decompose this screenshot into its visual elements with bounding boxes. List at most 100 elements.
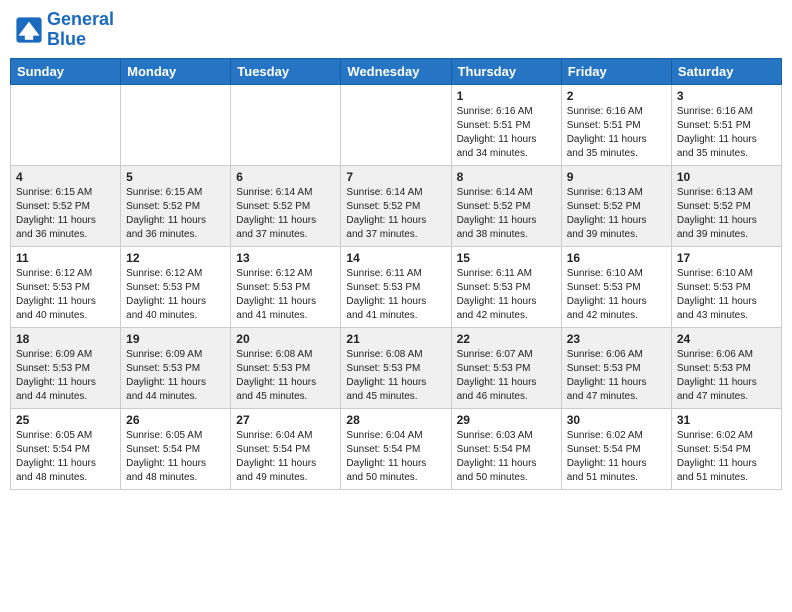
day-number: 14 [346, 251, 445, 265]
calendar-cell: 4 Sunrise: 6:15 AM Sunset: 5:52 PM Daylig… [11, 165, 121, 246]
day-number: 31 [677, 413, 776, 427]
day-number: 2 [567, 89, 666, 103]
day-number: 11 [16, 251, 115, 265]
cell-info: Sunrise: 6:06 AM Sunset: 5:53 PM Dayligh… [677, 348, 776, 404]
cell-info: Sunrise: 6:05 AM Sunset: 5:54 PM Dayligh… [126, 429, 225, 485]
col-header-saturday: Saturday [671, 58, 781, 84]
calendar-cell: 29 Sunrise: 6:03 AM Sunset: 5:54 PM Dayli… [451, 408, 561, 489]
cell-info: Sunrise: 6:16 AM Sunset: 5:51 PM Dayligh… [567, 105, 666, 161]
calendar-cell: 28 Sunrise: 6:04 AM Sunset: 5:54 PM Dayli… [341, 408, 451, 489]
day-number: 3 [677, 89, 776, 103]
day-number: 26 [126, 413, 225, 427]
day-number: 4 [16, 170, 115, 184]
calendar-cell: 13Sunrise: 6:12 AM Sunset: 5:53 PM Dayli… [231, 246, 341, 327]
day-number: 23 [567, 332, 666, 346]
day-number: 18 [16, 332, 115, 346]
cell-info: Sunrise: 6:02 AM Sunset: 5:54 PM Dayligh… [677, 429, 776, 485]
day-number: 20 [236, 332, 335, 346]
day-number: 6 [236, 170, 335, 184]
calendar-cell: 5 Sunrise: 6:15 AM Sunset: 5:52 PM Daylig… [121, 165, 231, 246]
day-number: 10 [677, 170, 776, 184]
cell-info: Sunrise: 6:14 AM Sunset: 5:52 PM Dayligh… [457, 186, 556, 242]
cell-info: Sunrise: 6:04 AM Sunset: 5:54 PM Dayligh… [236, 429, 335, 485]
page-header: General Blue [10, 10, 782, 50]
calendar-week-row: 4 Sunrise: 6:15 AM Sunset: 5:52 PM Daylig… [11, 165, 782, 246]
day-number: 9 [567, 170, 666, 184]
calendar-cell: 16 Sunrise: 6:10 AM Sunset: 5:53 PM Dayli… [561, 246, 671, 327]
cell-info: Sunrise: 6:15 AM Sunset: 5:52 PM Dayligh… [16, 186, 115, 242]
cell-info: Sunrise: 6:04 AM Sunset: 5:54 PM Dayligh… [346, 429, 445, 485]
col-header-sunday: Sunday [11, 58, 121, 84]
day-number: 28 [346, 413, 445, 427]
cell-info: Sunrise: 6:12 AM Sunset: 5:53 PM Dayligh… [16, 267, 115, 323]
day-number: 27 [236, 413, 335, 427]
day-number: 16 [567, 251, 666, 265]
cell-info: Sunrise: 6:15 AM Sunset: 5:52 PM Dayligh… [126, 186, 225, 242]
day-number: 24 [677, 332, 776, 346]
day-number: 12 [126, 251, 225, 265]
calendar-cell: 24 Sunrise: 6:06 AM Sunset: 5:53 PM Dayli… [671, 327, 781, 408]
calendar-cell: 21 Sunrise: 6:08 AM Sunset: 5:53 PM Dayli… [341, 327, 451, 408]
cell-info: Sunrise: 6:13 AM Sunset: 5:52 PM Dayligh… [567, 186, 666, 242]
calendar-table: SundayMondayTuesdayWednesdayThursdayFrid… [10, 58, 782, 490]
calendar-week-row: 11 Sunrise: 6:12 AM Sunset: 5:53 PM Dayli… [11, 246, 782, 327]
col-header-wednesday: Wednesday [341, 58, 451, 84]
calendar-header-row: SundayMondayTuesdayWednesdayThursdayFrid… [11, 58, 782, 84]
calendar-cell: 10 Sunrise: 6:13 AM Sunset: 5:52 PM Dayli… [671, 165, 781, 246]
calendar-cell: 20 Sunrise: 6:08 AM Sunset: 5:53 PM Dayli… [231, 327, 341, 408]
logo-general: General [47, 9, 114, 29]
col-header-thursday: Thursday [451, 58, 561, 84]
calendar-cell: 17 Sunrise: 6:10 AM Sunset: 5:53 PM Dayli… [671, 246, 781, 327]
calendar-cell: 26 Sunrise: 6:05 AM Sunset: 5:54 PM Dayli… [121, 408, 231, 489]
day-number: 25 [16, 413, 115, 427]
col-header-tuesday: Tuesday [231, 58, 341, 84]
cell-info: Sunrise: 6:08 AM Sunset: 5:53 PM Dayligh… [346, 348, 445, 404]
cell-info: Sunrise: 6:08 AM Sunset: 5:53 PM Dayligh… [236, 348, 335, 404]
cell-info: Sunrise: 6:03 AM Sunset: 5:54 PM Dayligh… [457, 429, 556, 485]
calendar-cell: 22Sunrise: 6:07 AM Sunset: 5:53 PM Dayli… [451, 327, 561, 408]
logo-icon [15, 16, 43, 44]
cell-info: Sunrise: 6:12 AM Sunset: 5:53 PM Dayligh… [126, 267, 225, 323]
calendar-cell: 11 Sunrise: 6:12 AM Sunset: 5:53 PM Dayli… [11, 246, 121, 327]
calendar-cell: 27 Sunrise: 6:04 AM Sunset: 5:54 PM Dayli… [231, 408, 341, 489]
calendar-cell: 2 Sunrise: 6:16 AM Sunset: 5:51 PM Daylig… [561, 84, 671, 165]
day-number: 29 [457, 413, 556, 427]
calendar-cell: 14 Sunrise: 6:11 AM Sunset: 5:53 PM Dayli… [341, 246, 451, 327]
cell-info: Sunrise: 6:09 AM Sunset: 5:53 PM Dayligh… [126, 348, 225, 404]
calendar-cell [121, 84, 231, 165]
calendar-cell: 18 Sunrise: 6:09 AM Sunset: 5:53 PM Dayli… [11, 327, 121, 408]
calendar-cell: 9 Sunrise: 6:13 AM Sunset: 5:52 PM Daylig… [561, 165, 671, 246]
calendar-week-row: 25 Sunrise: 6:05 AM Sunset: 5:54 PM Dayli… [11, 408, 782, 489]
cell-info: Sunrise: 6:10 AM Sunset: 5:53 PM Dayligh… [677, 267, 776, 323]
cell-info: Sunrise: 6:16 AM Sunset: 5:51 PM Dayligh… [677, 105, 776, 161]
calendar-cell: 3 Sunrise: 6:16 AM Sunset: 5:51 PM Daylig… [671, 84, 781, 165]
calendar-cell: 25 Sunrise: 6:05 AM Sunset: 5:54 PM Dayli… [11, 408, 121, 489]
calendar-cell [341, 84, 451, 165]
day-number: 17 [677, 251, 776, 265]
calendar-cell [231, 84, 341, 165]
calendar-cell: 15Sunrise: 6:11 AM Sunset: 5:53 PM Dayli… [451, 246, 561, 327]
cell-info: Sunrise: 6:02 AM Sunset: 5:54 PM Dayligh… [567, 429, 666, 485]
calendar-cell: 31 Sunrise: 6:02 AM Sunset: 5:54 PM Dayli… [671, 408, 781, 489]
cell-info: Sunrise: 6:06 AM Sunset: 5:53 PM Dayligh… [567, 348, 666, 404]
day-number: 21 [346, 332, 445, 346]
cell-info: Sunrise: 6:05 AM Sunset: 5:54 PM Dayligh… [16, 429, 115, 485]
day-number: 30 [567, 413, 666, 427]
calendar-week-row: 1Sunrise: 6:16 AM Sunset: 5:51 PM Daylig… [11, 84, 782, 165]
calendar-cell: 6Sunrise: 6:14 AM Sunset: 5:52 PM Daylig… [231, 165, 341, 246]
calendar-cell: 1Sunrise: 6:16 AM Sunset: 5:51 PM Daylig… [451, 84, 561, 165]
calendar-cell [11, 84, 121, 165]
cell-info: Sunrise: 6:11 AM Sunset: 5:53 PM Dayligh… [457, 267, 556, 323]
col-header-friday: Friday [561, 58, 671, 84]
cell-info: Sunrise: 6:14 AM Sunset: 5:52 PM Dayligh… [346, 186, 445, 242]
day-number: 5 [126, 170, 225, 184]
cell-info: Sunrise: 6:10 AM Sunset: 5:53 PM Dayligh… [567, 267, 666, 323]
day-number: 19 [126, 332, 225, 346]
cell-info: Sunrise: 6:12 AM Sunset: 5:53 PM Dayligh… [236, 267, 335, 323]
calendar-week-row: 18 Sunrise: 6:09 AM Sunset: 5:53 PM Dayli… [11, 327, 782, 408]
calendar-cell: 30 Sunrise: 6:02 AM Sunset: 5:54 PM Dayli… [561, 408, 671, 489]
cell-info: Sunrise: 6:11 AM Sunset: 5:53 PM Dayligh… [346, 267, 445, 323]
cell-info: Sunrise: 6:16 AM Sunset: 5:51 PM Dayligh… [457, 105, 556, 161]
cell-info: Sunrise: 6:13 AM Sunset: 5:52 PM Dayligh… [677, 186, 776, 242]
cell-info: Sunrise: 6:09 AM Sunset: 5:53 PM Dayligh… [16, 348, 115, 404]
